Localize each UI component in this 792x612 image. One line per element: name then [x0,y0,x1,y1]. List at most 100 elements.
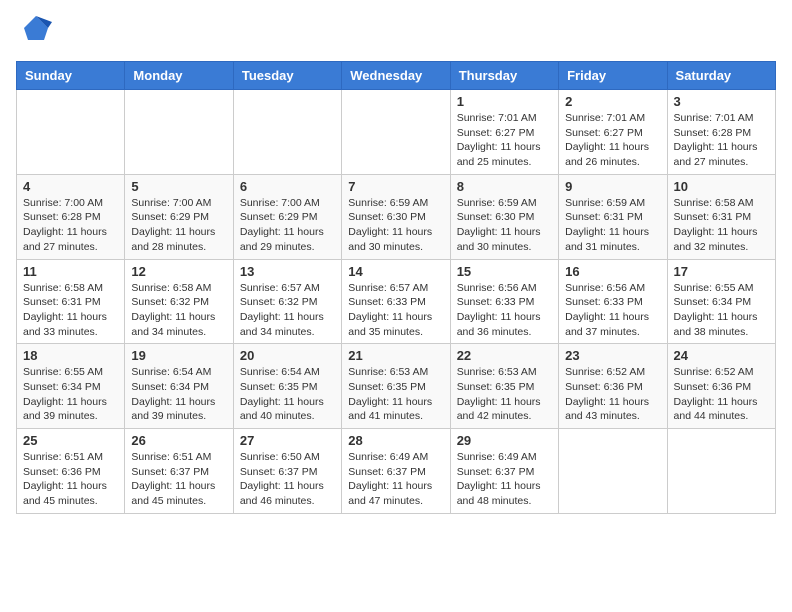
day-info: Sunrise: 7:00 AMSunset: 6:29 PMDaylight:… [131,196,226,255]
calendar-week-row: 4Sunrise: 7:00 AMSunset: 6:28 PMDaylight… [17,174,776,259]
day-info: Sunrise: 6:58 AMSunset: 6:32 PMDaylight:… [131,281,226,340]
page: SundayMondayTuesdayWednesdayThursdayFrid… [0,0,792,524]
day-number: 23 [565,348,660,363]
day-number: 28 [348,433,443,448]
calendar-cell: 20Sunrise: 6:54 AMSunset: 6:35 PMDayligh… [233,344,341,429]
day-number: 9 [565,179,660,194]
calendar-header-sunday: Sunday [17,62,125,90]
calendar-cell: 24 Sunrise: 6:52 AMSunset: 6:36 PMDayligh… [667,344,775,429]
day-info: Sunrise: 6:58 AMSunset: 6:31 PMDaylight:… [23,281,118,340]
calendar-cell: 27 Sunrise: 6:50 AMSunset: 6:37 PMDayligh… [233,429,341,514]
calendar-week-row: 1 Sunrise: 7:01 AMSunset: 6:27 PMDaylight… [17,90,776,175]
calendar-header-friday: Friday [559,62,667,90]
calendar-cell: 23 Sunrise: 6:52 AMSunset: 6:36 PMDayligh… [559,344,667,429]
calendar-cell: 13Sunrise: 6:57 AMSunset: 6:32 PMDayligh… [233,259,341,344]
calendar-cell [233,90,341,175]
day-info: Sunrise: 6:52 AMSunset: 6:36 PMDaylight:… [674,365,769,424]
day-info: Sunrise: 7:01 AMSunset: 6:27 PMDaylight:… [457,111,552,170]
calendar-cell [342,90,450,175]
day-number: 14 [348,264,443,279]
day-number: 25 [23,433,118,448]
logo [16,16,52,49]
day-number: 3 [674,94,769,109]
day-info: Sunrise: 6:58 AMSunset: 6:31 PMDaylight:… [674,196,769,255]
day-number: 1 [457,94,552,109]
day-info: Sunrise: 6:49 AMSunset: 6:37 PMDaylight:… [457,450,552,509]
day-info: Sunrise: 6:50 AMSunset: 6:37 PMDaylight:… [240,450,335,509]
calendar-cell: 15 Sunrise: 6:56 AMSunset: 6:33 PMDayligh… [450,259,558,344]
day-info: Sunrise: 6:53 AMSunset: 6:35 PMDaylight:… [348,365,443,424]
calendar-cell: 7Sunrise: 6:59 AMSunset: 6:30 PMDaylight… [342,174,450,259]
day-info: Sunrise: 7:00 AMSunset: 6:29 PMDaylight:… [240,196,335,255]
calendar-cell: 5 Sunrise: 7:00 AMSunset: 6:29 PMDaylight… [125,174,233,259]
day-info: Sunrise: 7:01 AMSunset: 6:28 PMDaylight:… [674,111,769,170]
day-info: Sunrise: 7:01 AMSunset: 6:27 PMDaylight:… [565,111,660,170]
header [16,16,776,49]
day-number: 24 [674,348,769,363]
calendar-cell: 22 Sunrise: 6:53 AMSunset: 6:35 PMDayligh… [450,344,558,429]
day-number: 27 [240,433,335,448]
day-info: Sunrise: 6:55 AMSunset: 6:34 PMDaylight:… [674,281,769,340]
day-number: 26 [131,433,226,448]
day-number: 12 [131,264,226,279]
calendar-header-row: SundayMondayTuesdayWednesdayThursdayFrid… [17,62,776,90]
day-number: 16 [565,264,660,279]
day-info: Sunrise: 6:51 AMSunset: 6:36 PMDaylight:… [23,450,118,509]
calendar-cell [559,429,667,514]
day-number: 11 [23,264,118,279]
day-info: Sunrise: 6:52 AMSunset: 6:36 PMDaylight:… [565,365,660,424]
calendar-header-monday: Monday [125,62,233,90]
day-info: Sunrise: 6:51 AMSunset: 6:37 PMDaylight:… [131,450,226,509]
calendar-table: SundayMondayTuesdayWednesdayThursdayFrid… [16,61,776,514]
calendar-cell: 12 Sunrise: 6:58 AMSunset: 6:32 PMDayligh… [125,259,233,344]
calendar-cell: 8Sunrise: 6:59 AMSunset: 6:30 PMDaylight… [450,174,558,259]
calendar-cell: 18 Sunrise: 6:55 AMSunset: 6:34 PMDayligh… [17,344,125,429]
day-number: 15 [457,264,552,279]
day-number: 17 [674,264,769,279]
day-info: Sunrise: 6:56 AMSunset: 6:33 PMDaylight:… [457,281,552,340]
calendar-cell: 29Sunrise: 6:49 AMSunset: 6:37 PMDayligh… [450,429,558,514]
calendar-week-row: 18 Sunrise: 6:55 AMSunset: 6:34 PMDayligh… [17,344,776,429]
day-number: 2 [565,94,660,109]
day-number: 20 [240,348,335,363]
calendar-cell: 28 Sunrise: 6:49 AMSunset: 6:37 PMDayligh… [342,429,450,514]
day-info: Sunrise: 6:55 AMSunset: 6:34 PMDaylight:… [23,365,118,424]
calendar-cell [125,90,233,175]
calendar-cell: 16 Sunrise: 6:56 AMSunset: 6:33 PMDayligh… [559,259,667,344]
day-info: Sunrise: 6:54 AMSunset: 6:34 PMDaylight:… [131,365,226,424]
day-info: Sunrise: 6:59 AMSunset: 6:30 PMDaylight:… [348,196,443,255]
calendar-cell [17,90,125,175]
calendar-cell: 6Sunrise: 7:00 AMSunset: 6:29 PMDaylight… [233,174,341,259]
calendar-cell: 3 Sunrise: 7:01 AMSunset: 6:28 PMDaylight… [667,90,775,175]
logo-icon [20,12,52,49]
calendar-cell: 14 Sunrise: 6:57 AMSunset: 6:33 PMDayligh… [342,259,450,344]
calendar-cell: 10 Sunrise: 6:58 AMSunset: 6:31 PMDayligh… [667,174,775,259]
day-number: 22 [457,348,552,363]
day-number: 18 [23,348,118,363]
calendar-cell: 17 Sunrise: 6:55 AMSunset: 6:34 PMDayligh… [667,259,775,344]
calendar-header-saturday: Saturday [667,62,775,90]
calendar-cell: 9 Sunrise: 6:59 AMSunset: 6:31 PMDaylight… [559,174,667,259]
calendar-cell: 11 Sunrise: 6:58 AMSunset: 6:31 PMDayligh… [17,259,125,344]
day-info: Sunrise: 6:59 AMSunset: 6:31 PMDaylight:… [565,196,660,255]
calendar-cell: 21 Sunrise: 6:53 AMSunset: 6:35 PMDayligh… [342,344,450,429]
calendar-cell: 4Sunrise: 7:00 AMSunset: 6:28 PMDaylight… [17,174,125,259]
calendar-cell: 2 Sunrise: 7:01 AMSunset: 6:27 PMDaylight… [559,90,667,175]
calendar-cell: 19 Sunrise: 6:54 AMSunset: 6:34 PMDayligh… [125,344,233,429]
day-info: Sunrise: 6:49 AMSunset: 6:37 PMDaylight:… [348,450,443,509]
day-number: 21 [348,348,443,363]
day-info: Sunrise: 6:57 AMSunset: 6:33 PMDaylight:… [348,281,443,340]
calendar-header-tuesday: Tuesday [233,62,341,90]
calendar-cell: 1 Sunrise: 7:01 AMSunset: 6:27 PMDaylight… [450,90,558,175]
day-info: Sunrise: 6:56 AMSunset: 6:33 PMDaylight:… [565,281,660,340]
day-info: Sunrise: 7:00 AMSunset: 6:28 PMDaylight:… [23,196,118,255]
calendar-cell [667,429,775,514]
day-info: Sunrise: 6:59 AMSunset: 6:30 PMDaylight:… [457,196,552,255]
day-info: Sunrise: 6:53 AMSunset: 6:35 PMDaylight:… [457,365,552,424]
calendar-week-row: 11 Sunrise: 6:58 AMSunset: 6:31 PMDayligh… [17,259,776,344]
day-info: Sunrise: 6:57 AMSunset: 6:32 PMDaylight:… [240,281,335,340]
day-number: 5 [131,179,226,194]
day-number: 19 [131,348,226,363]
day-number: 10 [674,179,769,194]
calendar-header-thursday: Thursday [450,62,558,90]
